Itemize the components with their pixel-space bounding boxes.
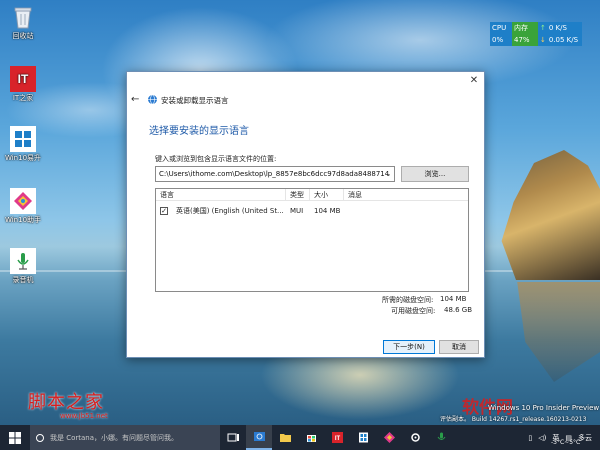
path-field-label: 键入或浏览到包含显示语言文件的位置:	[155, 155, 277, 163]
assistant-taskbar-icon	[383, 432, 395, 443]
chevron-down-icon: ⌄	[385, 170, 392, 178]
taskbar-app-recorder[interactable]	[428, 425, 454, 450]
cortana-search-box[interactable]: 我是 Cortana，小娜。有问题尽管问我。	[30, 425, 220, 450]
dialog-title: 安装或卸载显示语言	[161, 96, 229, 105]
watermark-url: www.jb51.net	[60, 412, 108, 420]
windows-tile-icon	[358, 432, 368, 443]
search-placeholder: 我是 Cortana，小娜。有问题尽管问我。	[50, 433, 179, 442]
column-header-size[interactable]: 大小	[310, 189, 344, 200]
space-needed-value: 104 MB	[440, 295, 467, 303]
taskbar-app-file-explorer[interactable]	[272, 425, 298, 450]
path-dropdown-button[interactable]: ⌄	[383, 167, 394, 181]
taskbar-app-language-settings[interactable]	[246, 425, 272, 450]
upload-speed-value: 0 K/S	[548, 24, 567, 32]
desktop-icon-label: 录音机	[12, 276, 34, 284]
volume-icon[interactable]: ◁)	[538, 434, 546, 442]
memory-label: 内存	[512, 22, 538, 34]
checkmark-icon: ✓	[161, 207, 167, 215]
dialog-titlebar[interactable]	[127, 72, 484, 90]
download-speed-value: 0.05 K/S	[548, 36, 579, 44]
row-message	[344, 205, 348, 217]
build-edition-text: Windows 10 Pro Insider Preview	[488, 404, 600, 412]
desktop-icon-ithome[interactable]: IT IT之家	[0, 66, 46, 103]
close-button[interactable]: ✕	[468, 75, 480, 87]
back-arrow-icon: ←	[131, 94, 140, 105]
desktop-icon-label: IT之家	[12, 94, 34, 102]
desktop-icon-label: 回收站	[12, 32, 34, 40]
task-view-icon	[227, 433, 239, 442]
space-available-value: 48.6 GB	[444, 306, 473, 314]
down-arrow-icon: ↓	[540, 36, 546, 44]
cpu-label: CPU	[490, 22, 512, 34]
column-header-type[interactable]: 类型	[286, 189, 310, 200]
recorder-taskbar-icon	[437, 432, 445, 440]
upload-speed: ↑ 0 K/S	[538, 22, 582, 34]
recorder-app-icon	[10, 248, 36, 274]
table-header: 语言 类型 大小 消息	[156, 189, 468, 201]
ithome-taskbar-icon: IT	[331, 432, 343, 443]
rock-formation	[501, 150, 600, 280]
install-display-language-dialog: ✕ ← 安装或卸载显示语言 选择要安装的显示语言 键入或浏览到包含显示语言文件的…	[126, 71, 485, 358]
taskbar-app-store[interactable]	[298, 425, 324, 450]
space-needed-label: 所需的磁盘空间:	[382, 296, 434, 304]
language-app-icon	[147, 94, 158, 105]
taskbar-app-assistant[interactable]	[376, 425, 402, 450]
up-arrow-icon: ↑	[540, 24, 546, 32]
download-speed: ↓ 0.05 K/S	[538, 34, 582, 46]
store-icon	[306, 435, 316, 442]
row-language: 英语(美国) (English (United St...	[176, 207, 284, 215]
desktop-icon-recorder[interactable]: 录音机	[0, 248, 46, 285]
row-type: MUI	[290, 207, 304, 215]
ithome-badge: IT	[17, 71, 29, 86]
taskbar-app-win10-upgrade[interactable]	[350, 425, 376, 450]
browse-button[interactable]: 浏览...	[401, 166, 469, 182]
svg-text:IT: IT	[334, 436, 340, 442]
column-header-message[interactable]: 消息	[344, 189, 468, 200]
taskbar: 我是 Cortana，小娜。有问题尽管问我。 IT ▯ ◁) 英 ▤ 多云	[0, 425, 600, 450]
desktop-icon-label: Win10易升	[4, 154, 42, 162]
table-row[interactable]: ✓ 英语(美国) (English (United St... MUI 104 …	[156, 205, 468, 217]
recycle-bin-icon	[10, 4, 36, 30]
desktop-icon-recycle-bin[interactable]: 回收站	[0, 4, 46, 41]
system-tray: ▯ ◁) 英 ▤ 多云	[525, 425, 600, 450]
gear-icon	[410, 433, 420, 442]
watermark-jb51: 脚本之家	[28, 392, 104, 413]
page-heading: 选择要安装的显示语言	[149, 126, 249, 137]
memory-value: 47%	[512, 34, 538, 46]
cancel-button[interactable]: 取消	[439, 340, 479, 354]
rock-reflection	[517, 282, 600, 382]
cortana-icon	[36, 433, 44, 442]
close-icon: ✕	[469, 75, 479, 86]
language-settings-icon	[253, 432, 265, 441]
language-file-path-input[interactable]: C:\Users\ithome.com\Desktop\lp_8857e8bc6…	[155, 166, 395, 182]
language-table: 语言 类型 大小 消息 ✓ 英语(美国) (English (United St…	[155, 188, 469, 292]
desktop-icon-win10-assistant[interactable]: Win10助手	[0, 188, 46, 225]
start-button[interactable]	[0, 425, 30, 450]
desktop-icon-win10-upgrade[interactable]: Win10易升	[0, 126, 46, 163]
cpu-value: 0%	[490, 34, 512, 46]
taskbar-app-ithome[interactable]: IT	[324, 425, 350, 450]
next-button[interactable]: 下一步(N)	[383, 340, 435, 354]
row-size: 104 MB	[314, 207, 341, 215]
back-button[interactable]: ←	[131, 94, 139, 105]
folder-icon	[279, 434, 291, 442]
task-view-button[interactable]	[220, 425, 246, 450]
build-number-text: 评估副本。 Build 14267.rs1_release.160213-021…	[440, 416, 587, 423]
assistant-app-icon	[10, 188, 36, 214]
taskbar-app-settings[interactable]	[402, 425, 428, 450]
windows-app-icon	[10, 126, 36, 152]
desktop-icon-label: Win10助手	[4, 216, 42, 224]
windows-logo-icon	[9, 431, 21, 444]
weather-temperature: -3°C~5°C	[551, 439, 581, 446]
network-meter-widget[interactable]: CPU 内存 ↑ 0 K/S 0% 47% ↓ 0.05 K/S	[490, 22, 582, 46]
space-available-label: 可用磁盘空间:	[391, 307, 436, 315]
column-header-language[interactable]: 语言	[156, 189, 286, 200]
ithome-logo-icon: IT	[10, 66, 36, 92]
network-icon[interactable]: ▯	[528, 434, 532, 442]
language-checkbox[interactable]: ✓	[160, 207, 168, 215]
